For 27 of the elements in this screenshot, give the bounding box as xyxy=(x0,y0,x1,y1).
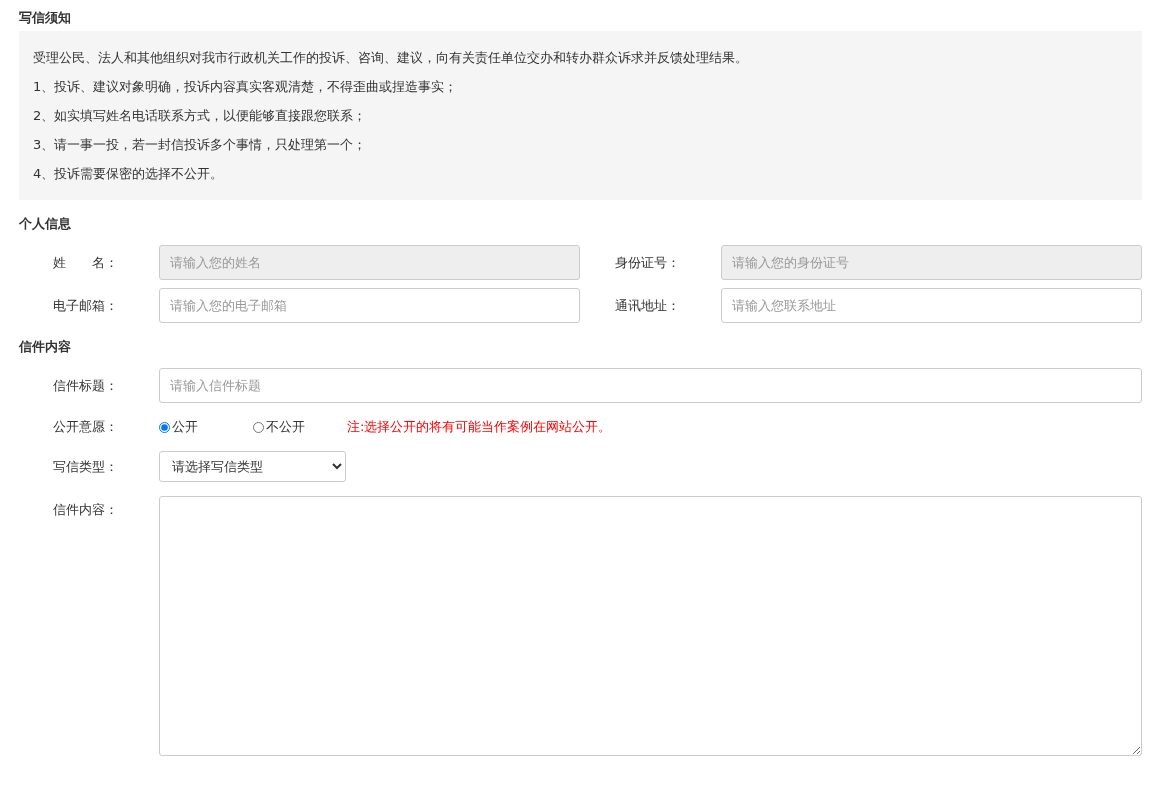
radio-option[interactable]: 公开 xyxy=(159,418,253,436)
field-label: 信件内容： xyxy=(53,501,119,519)
notice-text: 1、投诉、建议对象明确，投诉内容真实客观清楚，不得歪曲或捏造事实； xyxy=(33,78,459,96)
section-title: 写信须知 xyxy=(19,10,72,26)
radio-label: 公开 xyxy=(172,418,198,436)
radio-button[interactable] xyxy=(253,421,264,433)
section-title: 信件内容 xyxy=(19,339,72,355)
radio-label: 不公开 xyxy=(266,418,305,436)
type-select[interactable]: 请选择写信类型 xyxy=(159,451,346,482)
input-field[interactable]: 请输入您联系地址 xyxy=(721,288,1142,323)
radio-option[interactable]: 不公开 xyxy=(253,418,347,436)
field-label: 姓 名： xyxy=(53,253,119,272)
notice-text: 3、请一事一投，若一封信投诉多个事情，只处理第一个； xyxy=(33,136,368,154)
field-label: 写信类型： xyxy=(53,457,119,476)
radio-button[interactable] xyxy=(159,421,170,433)
input-field[interactable]: 请输入您的电子邮箱 xyxy=(159,288,580,323)
note-text: 注:选择公开的将有可能当作案例在网站公开。 xyxy=(347,418,612,436)
field-label: 公开意愿： xyxy=(53,418,119,436)
field-label: 信件标题： xyxy=(53,376,119,395)
field-label: 通讯地址： xyxy=(615,296,681,315)
notice-text: 4、投诉需要保密的选择不公开。 xyxy=(33,165,225,183)
notice-text: 受理公民、法人和其他组织对我市行政机关工作的投诉、咨询、建议，向有关责任单位交办和转办群众诉求并反馈处理结果。 xyxy=(33,49,749,67)
notice-text: 2、如实填写姓名电话联系方式，以便能够直接跟您联系； xyxy=(33,107,368,125)
section-title: 个人信息 xyxy=(19,216,72,232)
input-field[interactable]: 请输入信件标题 xyxy=(159,368,1142,403)
field-label: 身份证号： xyxy=(615,253,681,272)
field-label: 电子邮箱： xyxy=(53,296,119,315)
